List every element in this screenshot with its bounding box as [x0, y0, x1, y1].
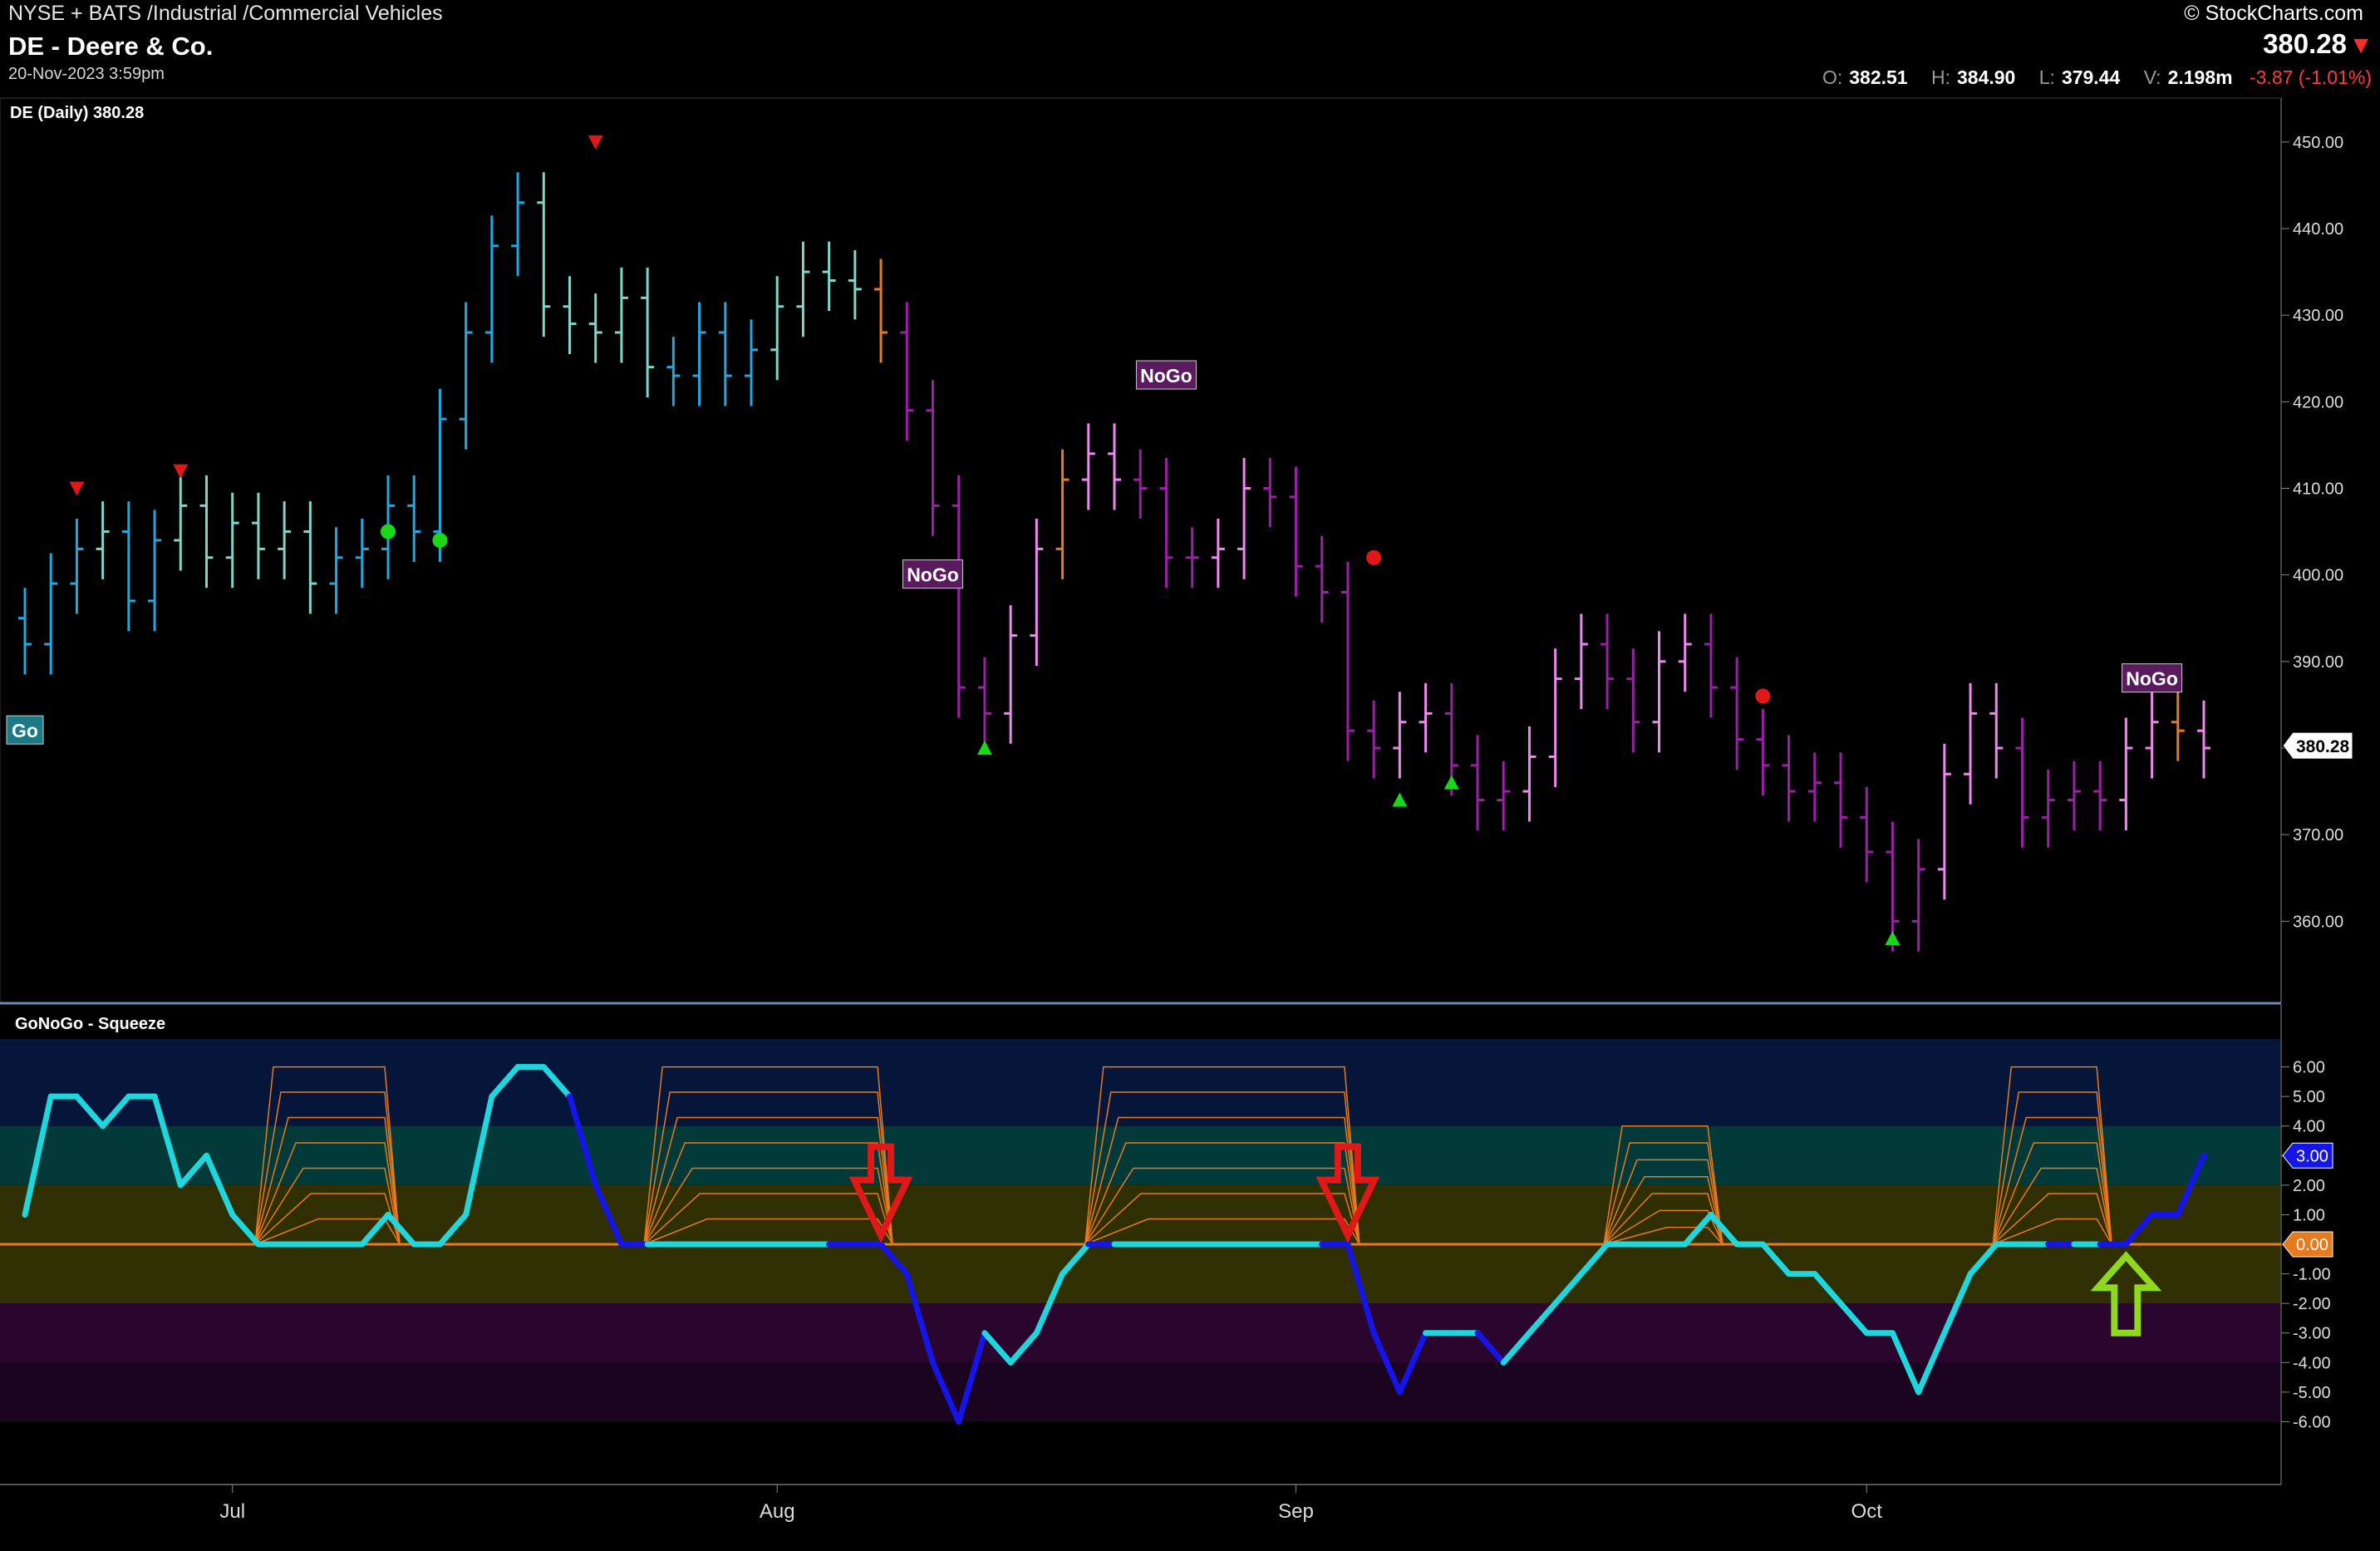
open-value: 382.51: [1849, 66, 1908, 88]
oscillator-band: [0, 1244, 2281, 1304]
oscillator-tick-label: -2.00: [2293, 1295, 2331, 1313]
oscillator-band: [0, 1303, 2281, 1363]
signal-dot: [432, 533, 448, 548]
nogo-label: NoGo: [2122, 663, 2183, 693]
oscillator-value-text: 3.00: [2296, 1147, 2328, 1165]
oscillator-band: [0, 1362, 2281, 1422]
stockcharts-brand: © StockCharts.com: [2184, 2, 2363, 25]
label-text: NoGo: [1140, 365, 1192, 387]
price-tick-label: 430.00: [2293, 307, 2343, 325]
date-stamp: 20-Nov-2023 3:59pm: [8, 65, 165, 83]
oscillator-tick-label: -3.00: [2293, 1325, 2331, 1343]
oscillator-tick-label: 5.00: [2293, 1088, 2325, 1106]
label-text: NoGo: [907, 564, 959, 586]
go-label: Go: [6, 715, 44, 745]
nogo-label: NoGo: [1135, 360, 1197, 390]
price-panel-title: DE (Daily) 380.28: [10, 104, 144, 122]
x-tick-label: Aug: [760, 1500, 795, 1523]
price-panel: DE (Daily) 380.28 450.00 440.00 430.00 420.0…: [0, 97, 2353, 1003]
x-tick-label: Jul: [219, 1500, 245, 1523]
volume-value: 2.198m: [2167, 66, 2233, 88]
zero-value-tag: 0.00: [2282, 1231, 2333, 1258]
oscillator-panel: GoNoGo - Squeeze 6.00 5.00 4.00 3.00 2.00 1.00…: [0, 1002, 2333, 1485]
price-tick-label: 370.00: [2293, 826, 2343, 844]
oscillator-panel-title: GoNoGo - Squeeze: [15, 1015, 165, 1033]
oscillator-tick-label: 6.00: [2293, 1059, 2325, 1077]
oscillator-tick-label: -5.00: [2293, 1384, 2331, 1402]
oscillator-band: [0, 1125, 2281, 1185]
price-plot-area: [0, 97, 2282, 1003]
high-value: 384.90: [1957, 66, 2016, 88]
oscillator-tick-label: 4.00: [2293, 1118, 2325, 1136]
down-arrow-icon: ▼: [2348, 32, 2373, 59]
last-price-tag: 380.28: [2282, 731, 2353, 760]
chart-canvas: DE (Daily) 380.28 450.00 440.00 430.00 420.0…: [0, 0, 2380, 1551]
oscillator-tick-label: 2.00: [2293, 1177, 2325, 1195]
price-tick-label: 360.00: [2293, 913, 2343, 931]
zero-value-text: 0.00: [2296, 1236, 2328, 1254]
last-price-value: 380.28: [2296, 737, 2350, 756]
price-tick-label: 420.00: [2293, 393, 2343, 411]
last-price: 380.28: [2263, 28, 2347, 59]
low-label: L:: [2038, 66, 2055, 88]
price-tick-label: 440.00: [2293, 220, 2343, 239]
price-tick-label: 400.00: [2293, 567, 2343, 585]
price-tick-label: 450.00: [2293, 134, 2343, 152]
signal-dot: [381, 524, 396, 539]
signal-dot: [1755, 688, 1771, 704]
nogo-label: NoGo: [902, 559, 963, 589]
label-text: NoGo: [2126, 668, 2178, 690]
oscillator-value-tag: 3.00: [2282, 1142, 2333, 1169]
x-tick-label: Oct: [1851, 1500, 1883, 1523]
oscillator-tick-label: -4.00: [2293, 1354, 2331, 1372]
volume-label: V:: [2143, 66, 2161, 88]
exchange-path: NYSE + BATS /Industrial /Commercial Vehi…: [8, 2, 443, 25]
high-label: H:: [1931, 66, 1950, 88]
oscillator-band: [0, 1039, 2281, 1126]
label-text: Go: [12, 720, 38, 741]
oscillator-tick-label: -6.00: [2293, 1413, 2331, 1431]
ohlc-readout: O: 382.51 H: 384.90 L: 379.44 V: 2.198m -3.8…: [1804, 66, 2372, 89]
x-tick-label: Sep: [1278, 1500, 1314, 1523]
oscillator-tick-label: -1.00: [2293, 1266, 2331, 1284]
low-value: 379.44: [2061, 66, 2121, 88]
price-tick-label: 410.00: [2293, 480, 2343, 499]
change-value: -3.87 (-1.01%): [2249, 66, 2372, 88]
open-label: O:: [1822, 66, 1843, 88]
signal-dot: [1366, 549, 1382, 565]
oscillator-tick-label: 1.00: [2293, 1206, 2325, 1224]
symbol-title: DE - Deere & Co.: [8, 32, 214, 61]
price-tick-label: 390.00: [2293, 653, 2343, 672]
